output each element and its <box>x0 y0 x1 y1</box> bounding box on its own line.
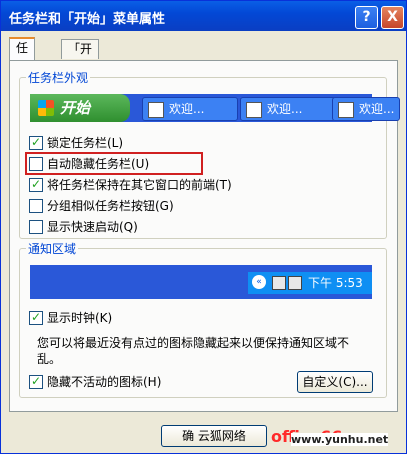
help-button[interactable]: ? <box>355 6 378 29</box>
notify-preview: « 下午 5:53 <box>30 265 372 299</box>
option-label: 分组相似任务栏按钮(G) <box>47 199 174 213</box>
title-bar[interactable]: 任务栏和「开始」菜单属性 ? X <box>1 1 406 31</box>
network-icon <box>272 276 286 290</box>
checkbox[interactable] <box>29 309 43 325</box>
window-title: 任务栏和「开始」菜单属性 <box>9 12 166 27</box>
tab-taskbar[interactable]: 任务栏 <box>9 37 36 93</box>
start-label: 开始 <box>60 99 91 117</box>
option-label: 锁定任务栏(L) <box>47 136 124 150</box>
notify-group-title: 通知区域 <box>26 240 79 257</box>
highlight-box <box>25 152 203 175</box>
taskbar-preview: 开始 欢迎... 欢迎... 欢迎... <box>30 94 400 122</box>
checkbox[interactable] <box>29 373 43 389</box>
task-label: 欢迎... <box>169 102 205 116</box>
task-label: 欢迎... <box>359 102 395 116</box>
notify-description: 您可以将最近没有点过的图标隐藏起来以便保持通知区域不乱。 <box>37 336 350 366</box>
watermark-url: www.yunhu.net <box>291 433 389 446</box>
start-button-preview: 开始 <box>30 94 130 122</box>
close-button[interactable]: X <box>381 6 404 29</box>
windows-logo-icon <box>38 100 54 116</box>
task-button: 欢迎... <box>240 97 336 121</box>
task-button: 欢迎... <box>142 97 238 121</box>
tab-start-menu[interactable]: 「开始」菜单 <box>61 39 100 94</box>
ok-button[interactable]: 确 云狐网络 <box>161 425 267 447</box>
option-label: 隐藏不活动的图标(H) <box>47 375 162 389</box>
properties-window: 任务栏和「开始」菜单属性 ? X 任务栏 「开始」菜单 任务栏外观 开始 欢迎.… <box>0 0 407 454</box>
checkbox[interactable] <box>29 134 43 150</box>
option-label: 显示时钟(K) <box>47 311 113 325</box>
checkbox[interactable] <box>29 199 43 213</box>
checkbox[interactable] <box>29 220 43 234</box>
ok-label: 确 <box>182 429 195 443</box>
volume-icon <box>288 276 302 290</box>
watermark-text: 云狐网络 <box>197 429 246 443</box>
option-label: 显示快速启动(Q) <box>47 220 138 234</box>
task-label: 欢迎... <box>267 102 303 116</box>
system-tray: « 下午 5:53 <box>248 272 372 294</box>
tray-clock: 下午 5:53 <box>308 276 363 290</box>
task-button: 欢迎... <box>332 97 400 121</box>
window-icon <box>148 102 164 118</box>
window-icon <box>246 102 262 118</box>
appearance-group-title: 任务栏外观 <box>26 69 91 86</box>
option-label: 将任务栏保持在其它窗口的前端(T) <box>47 178 232 192</box>
checkbox[interactable] <box>29 176 43 192</box>
chevron-left-icon: « <box>252 275 266 289</box>
window-icon <box>338 102 354 118</box>
customize-button[interactable]: 自定义(C)... <box>297 371 373 393</box>
